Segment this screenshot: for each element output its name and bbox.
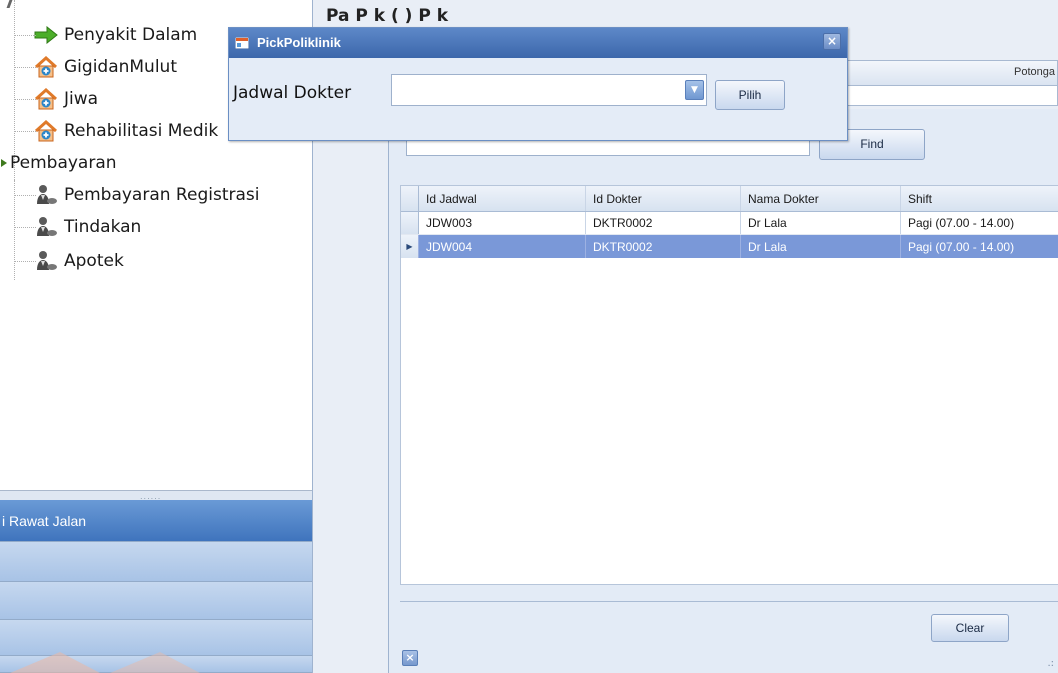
row-selector-header [401,186,419,211]
tree-top-fragment [6,0,13,8]
cell-nama-dokter: Dr Lala [741,212,901,234]
dialog-title: PickPoliklinik [257,35,341,50]
cashier-icon [34,250,58,272]
tree-item-rehabilitasi-medik[interactable]: Rehabilitasi Medik [14,116,218,146]
resize-grip-icon[interactable]: .: [1047,658,1054,669]
watermark-logo [0,648,230,673]
tree-item-pembayaran[interactable]: Pembayaran [0,148,117,178]
tree-item-apotek[interactable]: Apotek [14,246,124,276]
tree-item-label: GigidanMulut [64,57,177,77]
tree-item-pembayaran-registrasi[interactable]: Pembayaran Registrasi [14,180,259,210]
cell-shift: Pagi (07.00 - 14.00) [901,235,1058,258]
window-app-icon [235,37,249,49]
table-row-selected[interactable]: ▶ JDW004 DKTR0002 Dr Lala Pagi (07.00 - … [401,235,1058,258]
clear-button[interactable]: Clear [931,614,1009,642]
tree-item-label: Pembayaran [10,153,117,173]
tree-item-label: Pembayaran Registrasi [64,185,260,205]
pilih-button[interactable]: Pilih [715,80,785,110]
table-row[interactable]: JDW003 DKTR0002 Dr Lala Pagi (07.00 - 14… [401,212,1058,235]
close-icon[interactable]: × [402,650,418,666]
nav-button[interactable] [0,582,312,620]
background-grid-header: Potonga [846,60,1058,86]
lookup-panel: Find Id Jadwal Id Dokter Nama Dokter Shi… [388,109,1058,673]
tree-item-penyakit-dalam[interactable]: Penyakit Dalam [14,20,197,50]
cell-id-dokter: DKTR0002 [586,212,741,234]
tree-item-label: Jiwa [64,89,99,109]
tree-item-jiwa[interactable]: Jiwa [14,84,98,114]
form-title: Pa P k ( ) P k [326,6,449,26]
grid-header-row: Id Jadwal Id Dokter Nama Dokter Shift [401,186,1058,212]
row-selector[interactable] [401,212,419,234]
background-grid [846,86,1058,106]
house-plus-icon [34,56,58,78]
chevron-down-icon[interactable]: ▼ [685,80,704,100]
jadwal-dokter-select[interactable]: ▼ [391,74,707,106]
tree-item-label: Rehabilitasi Medik [64,121,219,141]
tree-item-label: Tindakan [64,217,142,237]
tree-item-label: Apotek [64,251,124,271]
cell-id-dokter: DKTR0002 [586,235,741,258]
cashier-icon [34,184,58,206]
nav-button[interactable] [0,542,312,582]
current-row-arrow-icon[interactable]: ▶ [401,235,419,258]
dialog-title-bar[interactable]: PickPoliklinik × [229,28,847,58]
tree-item-label: Penyakit Dalam [64,25,198,45]
house-plus-icon [34,120,58,142]
cell-nama-dokter: Dr Lala [741,235,901,258]
jadwal-grid: Id Jadwal Id Dokter Nama Dokter Shift JD… [400,185,1058,585]
column-header-id-dokter[interactable]: Id Dokter [586,186,741,211]
column-header-nama-dokter[interactable]: Nama Dokter [741,186,901,211]
column-header-potongan: Potonga [1014,66,1055,78]
jadwal-dokter-label: Jadwal Dokter [233,83,352,103]
cell-id-jadwal: JDW004 [419,235,586,258]
tree-item-tindakan[interactable]: Tindakan [14,212,141,242]
tree-node-icon [0,152,8,174]
pick-poliklinik-dialog: PickPoliklinik × Jadwal Dokter ▼ Pilih [228,27,848,141]
tree-item-gigidanmulut[interactable]: GigidanMulut [14,52,177,82]
nav-button-label: i Rawat Jalan [2,513,87,529]
house-plus-icon [34,88,58,110]
nav-splitter[interactable]: ...... [0,490,312,501]
close-icon[interactable]: × [823,33,841,50]
cell-id-jadwal: JDW003 [419,212,586,234]
nav-button-rawat-jalan[interactable]: i Rawat Jalan [0,500,312,542]
divider [400,601,1058,602]
green-arrow-icon [34,24,58,46]
cell-shift: Pagi (07.00 - 14.00) [901,212,1058,234]
column-header-id-jadwal[interactable]: Id Jadwal [419,186,586,211]
cashier-icon [34,216,58,238]
column-header-shift[interactable]: Shift [901,186,1058,211]
